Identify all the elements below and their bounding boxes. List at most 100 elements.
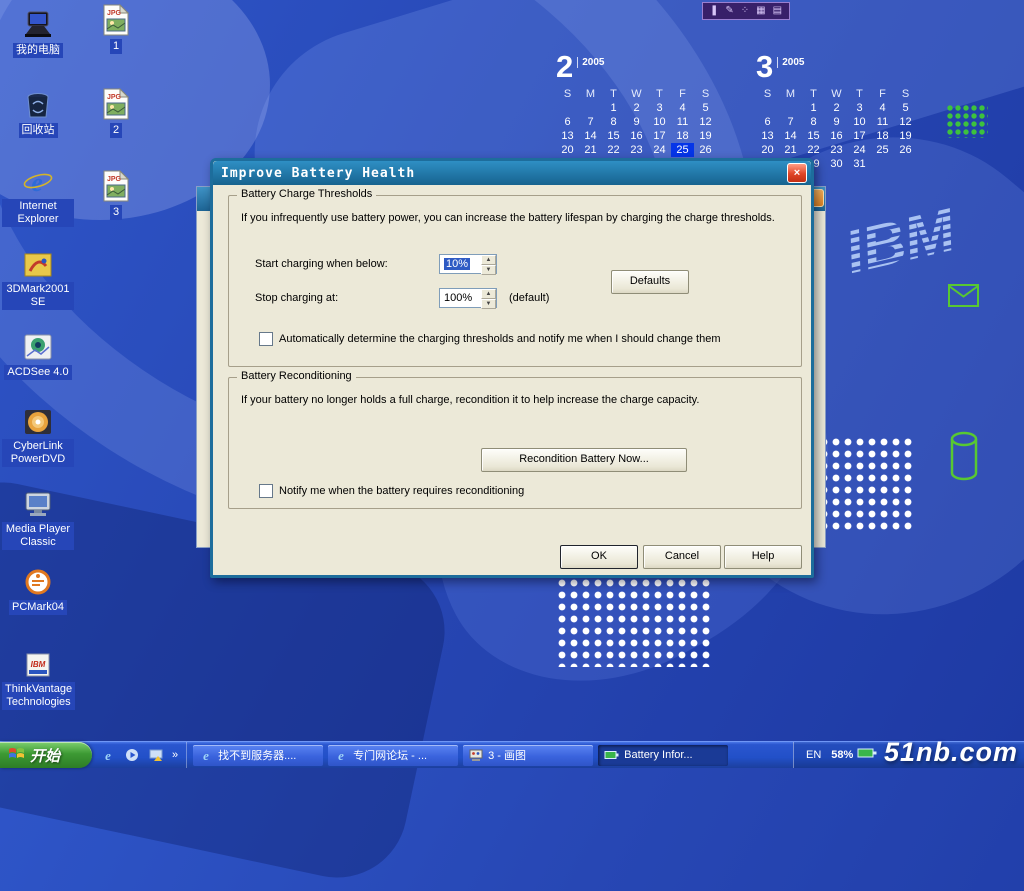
- stop-charging-label: Stop charging at:: [255, 292, 338, 304]
- battery-percent: 58%: [831, 749, 853, 761]
- cancel-button[interactable]: Cancel: [643, 545, 721, 569]
- desktop-icon-col1-7[interactable]: PCMark04: [2, 563, 74, 615]
- default-note: (default): [509, 292, 549, 304]
- desktop-icon-label: ACDSee 4.0: [4, 365, 71, 380]
- recondition-battery-button[interactable]: Recondition Battery Now...: [481, 448, 687, 472]
- spin-up-icon[interactable]: ▲: [481, 289, 496, 299]
- desktop-icon-label: CyberLink PowerDVD: [2, 439, 74, 467]
- taskbar-task-0[interactable]: e 找不到服务器....: [193, 745, 323, 766]
- reconditioning-legend: Battery Reconditioning: [237, 370, 356, 382]
- jpg-file-icon: JPG: [80, 168, 152, 202]
- battery-reconditioning-group: Battery Reconditioning If your battery n…: [228, 377, 802, 509]
- svg-text:JPG: JPG: [107, 10, 122, 17]
- dialog-body: Battery Charge Thresholds If you infrequ…: [213, 185, 811, 575]
- handle-icon[interactable]: ❚: [710, 4, 718, 18]
- dialog-title: Improve Battery Health: [221, 166, 787, 181]
- svg-text:e: e: [338, 748, 344, 762]
- keyboard-icon[interactable]: ▦: [756, 4, 765, 18]
- reconditioning-description: If your battery no longer holds a full c…: [241, 394, 789, 408]
- start-button[interactable]: 开始: [0, 742, 92, 768]
- battery-tray-indicator[interactable]: 58%: [831, 746, 878, 764]
- show-desktop-icon[interactable]: [148, 747, 164, 763]
- desktop-icon-col1-5[interactable]: CyberLink PowerDVD: [2, 403, 74, 467]
- quick-launch-overflow-chevron[interactable]: »: [172, 749, 178, 761]
- powerdvd-icon: [2, 403, 74, 437]
- ok-button[interactable]: OK: [560, 545, 638, 569]
- stop-spin-buttons: ▲ ▼: [481, 289, 496, 307]
- desktop-icon-label: Media Player Classic: [2, 522, 74, 550]
- spin-down-icon[interactable]: ▼: [481, 299, 496, 309]
- task-label: 3 - 画图: [488, 747, 526, 763]
- task-label: Battery Infor...: [624, 749, 692, 761]
- notify-reconditioning-checkbox[interactable]: [259, 484, 273, 498]
- ie-icon: e: [334, 748, 348, 762]
- internet-explorer-icon[interactable]: e: [100, 747, 116, 763]
- start-spin-buttons: ▲ ▼: [481, 255, 496, 273]
- desktop-icon-label: 3DMark2001 SE: [2, 282, 74, 310]
- spin-down-icon[interactable]: ▼: [481, 265, 496, 275]
- auto-determine-row: Automatically determine the charging thr…: [259, 332, 720, 346]
- svg-text:e: e: [203, 748, 209, 762]
- desktop-icon-label: 1: [110, 39, 122, 54]
- stop-charging-value[interactable]: 100%: [440, 289, 481, 307]
- desktop-icon-label: PCMark04: [9, 600, 67, 615]
- desktop-mini-toolbar[interactable]: ❚ ✎ ⁘ ▦ ▤: [702, 2, 790, 20]
- desktop-icon-col2-1[interactable]: JPG2: [80, 86, 152, 138]
- battery-icon: [604, 749, 619, 761]
- desktop-icon-col2-2[interactable]: JPG3: [80, 168, 152, 220]
- svg-text:JPG: JPG: [107, 94, 122, 101]
- thresholds-legend: Battery Charge Thresholds: [237, 188, 376, 200]
- battery-charge-thresholds-group: Battery Charge Thresholds If you infrequ…: [228, 195, 802, 367]
- battery-icon: [857, 746, 878, 764]
- desktop-icon-col1-3[interactable]: 3DMark2001 SE: [2, 246, 74, 310]
- defaults-button[interactable]: Defaults: [611, 270, 689, 294]
- start-charging-spinner[interactable]: 10% ▲ ▼: [439, 254, 497, 274]
- desktop-icon-label: Internet Explorer: [2, 199, 74, 227]
- windows-logo-icon: [8, 745, 25, 766]
- auto-determine-label[interactable]: Automatically determine the charging thr…: [279, 333, 720, 345]
- thinkvantage-icon: IBM: [2, 646, 74, 680]
- media-player-classic-icon: [2, 486, 74, 520]
- close-button[interactable]: ×: [787, 163, 807, 183]
- auto-determine-checkbox[interactable]: [259, 332, 273, 346]
- watermark-51nb: 51nb.com: [884, 737, 1018, 768]
- language-indicator[interactable]: EN: [806, 749, 821, 761]
- task-label: 专门网论坛 - ...: [353, 747, 427, 763]
- pcmark-icon: [2, 563, 74, 597]
- desktop-icon-col1-8[interactable]: IBMThinkVantage Technologies: [2, 646, 74, 710]
- desktop-icon-col1-2[interactable]: eInternet Explorer: [2, 163, 74, 227]
- spin-up-icon[interactable]: ▲: [481, 255, 496, 265]
- task-label: 找不到服务器....: [218, 747, 296, 763]
- threedmark-icon: [2, 246, 74, 280]
- taskbar-task-1[interactable]: e 专门网论坛 - ...: [328, 745, 458, 766]
- notify-reconditioning-label[interactable]: Notify me when the battery requires reco…: [279, 485, 524, 497]
- desktop-icon-col2-0[interactable]: JPG 1: [80, 2, 152, 54]
- improve-battery-health-dialog: Improve Battery Health × Battery Charge …: [210, 158, 814, 578]
- close-icon: ×: [794, 167, 800, 179]
- media-player-icon[interactable]: [124, 747, 140, 763]
- desktop-icon-col1-4[interactable]: ACDSee 4.0: [2, 328, 74, 380]
- start-charging-value[interactable]: 10%: [444, 258, 470, 270]
- pen-icon[interactable]: ✎: [725, 4, 733, 18]
- jpg-file-icon: JPG: [80, 2, 152, 36]
- desktop-icon-col1-6[interactable]: Media Player Classic: [2, 486, 74, 550]
- start-label: 开始: [30, 745, 60, 766]
- task-area: e 找不到服务器.... e 专门网论坛 - ... 3 - 画图 Battery Inf…: [187, 742, 793, 768]
- dialog-titlebar[interactable]: Improve Battery Health ×: [213, 161, 811, 185]
- jpg-file-icon: JPG: [80, 86, 152, 120]
- svg-text:JPG: JPG: [107, 176, 122, 183]
- stop-charging-spinner[interactable]: 100% ▲ ▼: [439, 288, 497, 308]
- desktop-icon-label: 我的电脑: [13, 43, 63, 58]
- desktop-icon-col1-1[interactable]: 回收站: [2, 86, 74, 138]
- quick-launch-area: e »: [92, 742, 187, 768]
- dots-icon[interactable]: ⁘: [741, 4, 749, 18]
- notes-icon[interactable]: ▤: [773, 4, 782, 18]
- taskbar-task-3[interactable]: Battery Infor...: [598, 745, 728, 766]
- acdsee-icon: [2, 328, 74, 362]
- desktop-icon-col1-0[interactable]: 我的电脑: [2, 6, 74, 58]
- taskbar-task-2[interactable]: 3 - 画图: [463, 745, 593, 766]
- taskbar: 开始 e » e 找不到服务器.... e 专门网论坛 - ... 3 - 画图 Batt…: [0, 741, 1024, 768]
- start-charging-label: Start charging when below:: [255, 258, 388, 270]
- help-button[interactable]: Help: [724, 545, 802, 569]
- thresholds-description: If you infrequently use battery power, y…: [241, 212, 789, 226]
